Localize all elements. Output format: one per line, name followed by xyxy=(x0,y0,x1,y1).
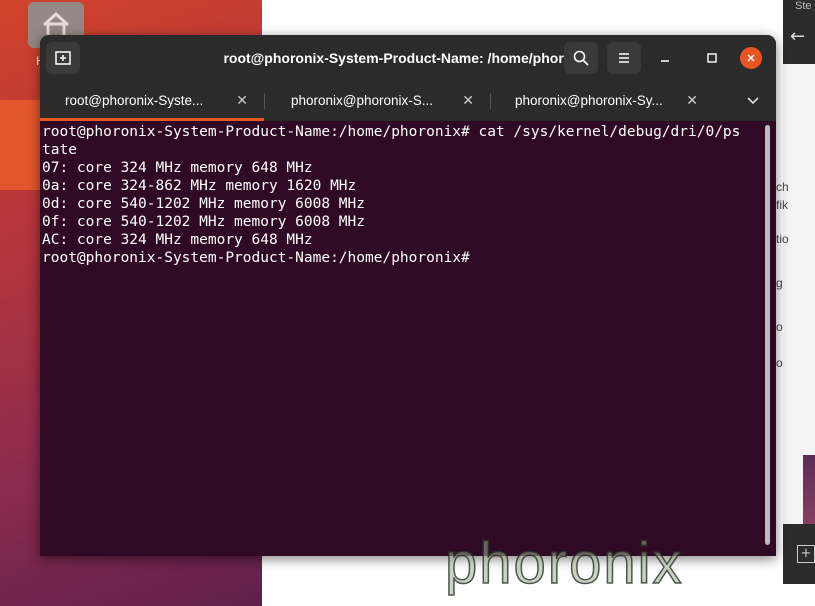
back-arrow-icon[interactable]: ← xyxy=(790,26,805,47)
tab-3[interactable]: phoronix@phoronix-Sy... ✕ xyxy=(490,81,714,121)
terminal-line: AC: core 324 MHz memory 648 MHz xyxy=(42,232,313,248)
terminal-prompt: root@phoronix-System-Product-Name:/home/… xyxy=(42,250,479,266)
background-text-fragment: g xyxy=(776,276,783,290)
search-icon xyxy=(573,50,589,66)
terminal-line: 0f: core 540-1202 MHz memory 6008 MHz xyxy=(42,214,366,230)
minimize-button[interactable] xyxy=(654,47,676,69)
background-window-title: Ste xyxy=(795,0,812,12)
terminal-line: 0a: core 324-862 MHz memory 1620 MHz xyxy=(42,178,357,194)
minimize-icon xyxy=(661,60,669,62)
background-image xyxy=(803,455,815,525)
phoronix-watermark: phoronix xyxy=(444,530,684,597)
terminal-line: tate xyxy=(42,142,77,158)
terminal-output[interactable]: root@phoronix-System-Product-Name:/home/… xyxy=(42,123,762,555)
tab-2[interactable]: phoronix@phoronix-S... ✕ xyxy=(266,81,490,121)
terminal-line: root@phoronix-System-Product-Name:/home/… xyxy=(42,124,741,140)
background-text-fragment: o xyxy=(776,320,783,334)
tab-close-icon[interactable]: ✕ xyxy=(686,92,698,109)
new-tab-icon xyxy=(55,51,71,65)
background-text-fragment: ch xyxy=(776,180,789,194)
new-tab-button[interactable] xyxy=(46,42,80,74)
desktop-accent-block xyxy=(0,100,42,190)
tab-1[interactable]: root@phoronix-Syste... ✕ xyxy=(40,81,264,121)
tab-close-icon[interactable]: ✕ xyxy=(462,92,474,109)
maximize-icon xyxy=(707,53,717,63)
tab-bar: root@phoronix-Syste... ✕ phoronix@phoron… xyxy=(40,81,776,121)
scrollbar[interactable] xyxy=(765,125,770,545)
tab-close-icon[interactable]: ✕ xyxy=(236,92,248,109)
tab-label: phoronix@phoronix-S... xyxy=(291,93,434,108)
tab-list-button[interactable] xyxy=(740,89,766,113)
maximize-button[interactable] xyxy=(701,47,723,69)
close-icon xyxy=(747,54,755,62)
tab-label: root@phoronix-Syste... xyxy=(65,93,204,108)
menu-button[interactable] xyxy=(607,42,641,74)
tab-separator xyxy=(264,93,265,109)
terminal-window: root@phoronix-System-Product-Name: /home… xyxy=(40,35,776,556)
title-bar[interactable]: root@phoronix-System-Product-Name: /home… xyxy=(40,35,776,81)
background-text-fragment: o xyxy=(776,356,783,370)
terminal-line: 0d: core 540-1202 MHz memory 6008 MHz xyxy=(42,196,366,212)
background-text-fragment: fik xyxy=(776,198,788,212)
close-button[interactable] xyxy=(740,47,762,69)
menu-icon xyxy=(619,53,629,63)
background-text-fragment: tio xyxy=(776,232,789,246)
plus-icon[interactable]: + xyxy=(797,545,815,563)
chevron-down-icon xyxy=(747,97,759,105)
search-button[interactable] xyxy=(564,42,598,74)
tab-label: phoronix@phoronix-Sy... xyxy=(515,93,663,108)
terminal-line: 07: core 324 MHz memory 648 MHz xyxy=(42,160,313,176)
